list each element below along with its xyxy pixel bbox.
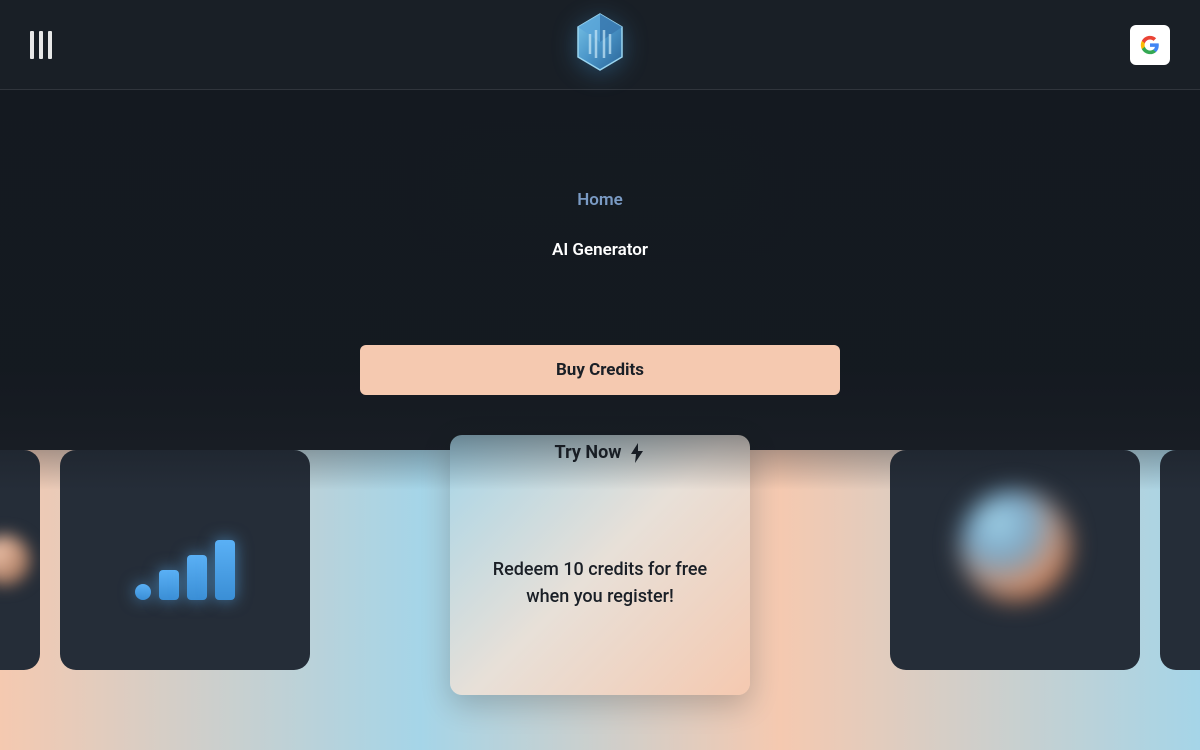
google-icon	[1140, 35, 1160, 55]
bar-chart-icon	[135, 584, 151, 600]
gradient-orb-icon	[960, 490, 1070, 600]
nav-link-home[interactable]: Home	[577, 190, 623, 210]
header	[0, 0, 1200, 90]
nav-overlay: Home AI Generator Buy Credits	[0, 90, 1200, 490]
bar-chart-icon	[215, 540, 235, 600]
buy-credits-button[interactable]: Buy Credits	[360, 345, 840, 395]
carousel-section: Try Now Redeem 10 credits for free when …	[0, 450, 1200, 750]
bar-chart-icon	[187, 555, 207, 600]
bar-chart-icon	[159, 570, 179, 600]
nav-link-ai-generator[interactable]: AI Generator	[552, 240, 648, 260]
orb-graphic-icon	[0, 535, 30, 585]
menu-icon[interactable]	[30, 31, 52, 59]
google-signin-button[interactable]	[1130, 25, 1170, 65]
promo-text: Redeem 10 credits for free when you regi…	[450, 470, 750, 695]
app-logo[interactable]	[572, 10, 628, 78]
